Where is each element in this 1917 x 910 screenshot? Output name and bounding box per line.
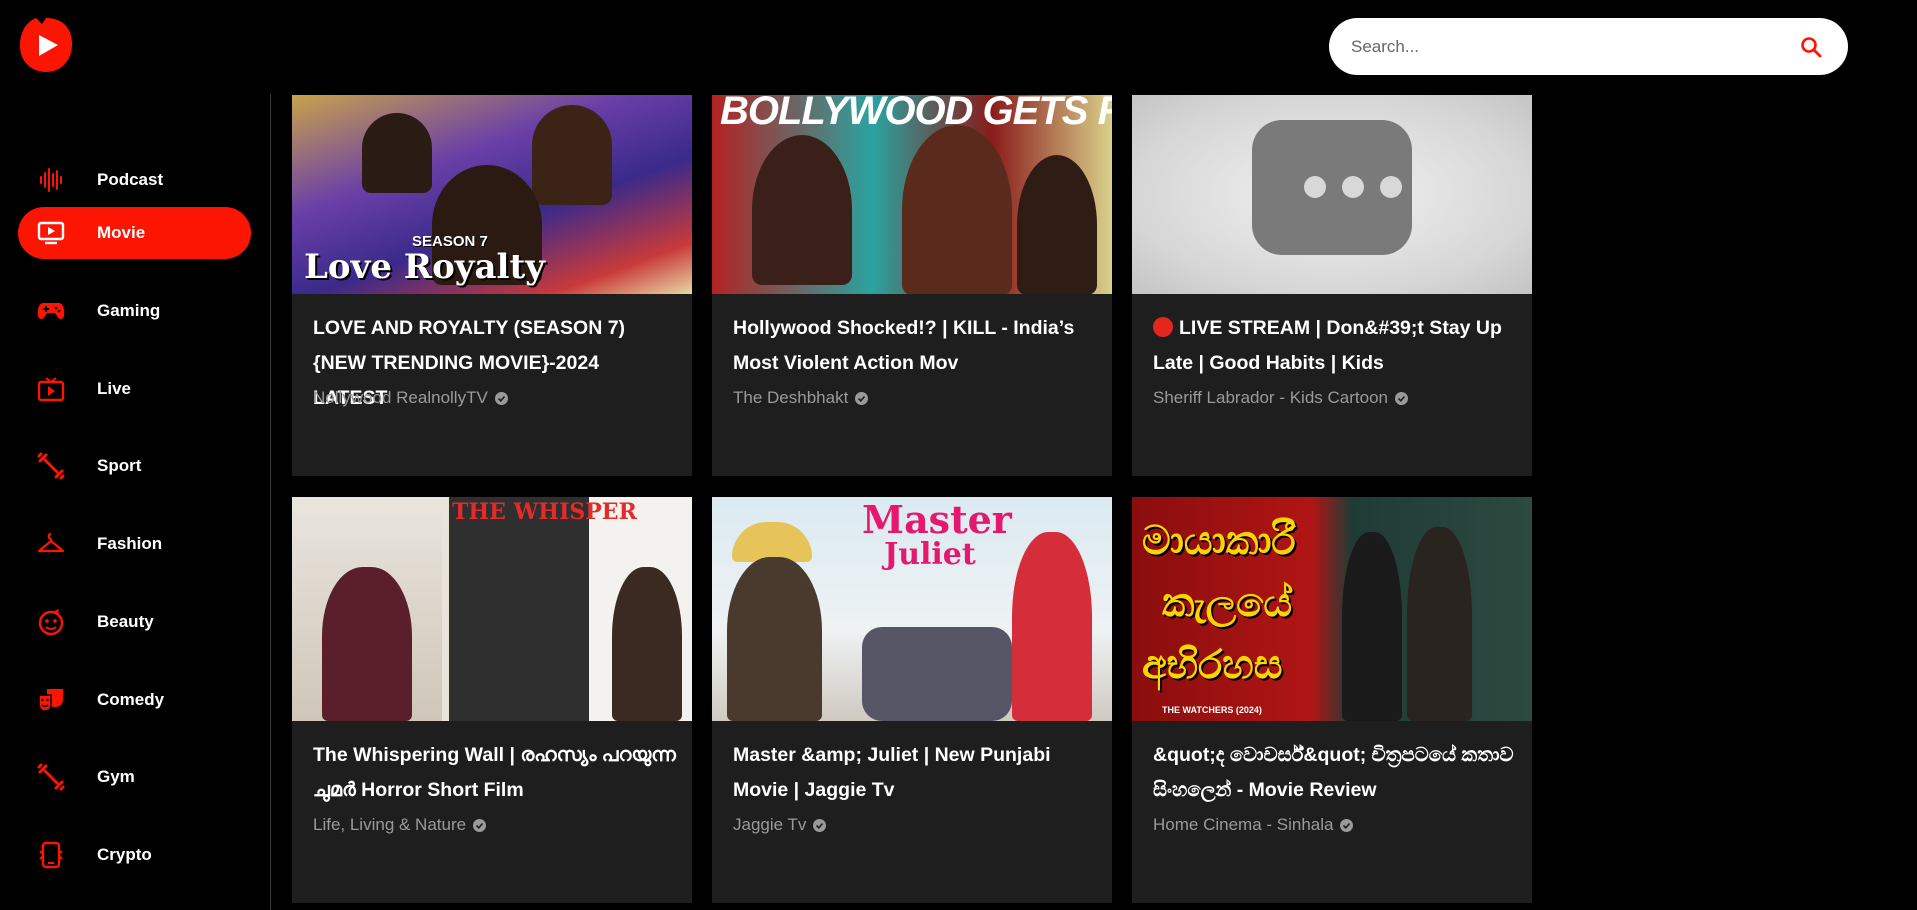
channel-name[interactable]: Jaggie Tv <box>733 815 827 835</box>
verified-icon <box>473 818 487 832</box>
thumbnail-text: Master <box>862 497 1012 542</box>
sidebar: Podcast Movie Gaming Live Sport Fashion … <box>0 94 271 910</box>
sidebar-item-comedy[interactable]: Comedy <box>18 674 251 726</box>
video-thumbnail[interactable]: Master Juliet <box>712 497 1112 721</box>
sidebar-item-beauty[interactable]: Beauty <box>18 596 251 648</box>
channel-name[interactable]: The Deshbhakt <box>733 388 869 408</box>
video-title[interactable]: Master &amp; Juliet | New Punjabi Movie … <box>733 738 1098 808</box>
sidebar-item-sport[interactable]: Sport <box>18 440 251 492</box>
verified-icon <box>813 818 827 832</box>
sound-wave-icon <box>36 165 66 195</box>
channel-label: Home Cinema - Sinhala <box>1153 815 1334 834</box>
verified-icon <box>1394 391 1408 405</box>
sidebar-item-label: Sport <box>97 456 142 475</box>
thumbnail-text: BOLLYWOOD GETS RE <box>720 95 1112 133</box>
video-title[interactable]: The Whispering Wall | രഹസ്യം പറയുന്ന ചുമ… <box>313 738 678 808</box>
play-logo-icon <box>20 18 73 72</box>
video-card[interactable]: THE WHISPER The Whispering Wall | രഹസ്യം… <box>292 497 692 903</box>
crypto-phone-icon <box>36 840 66 870</box>
sidebar-item-podcast[interactable]: Podcast <box>18 154 251 206</box>
video-title[interactable]: Hollywood Shocked!? | KILL - India’s Mos… <box>733 311 1098 381</box>
video-unavailable-icon <box>1252 120 1412 255</box>
sidebar-item-label: Comedy <box>97 690 165 709</box>
video-thumbnail[interactable] <box>1132 95 1532 294</box>
sidebar-item-movie[interactable]: Movie <box>18 207 251 259</box>
sidebar-item-label: Crypto <box>97 845 152 864</box>
search-icon <box>1801 36 1822 57</box>
sidebar-item-live[interactable]: Live <box>18 363 251 415</box>
video-card[interactable]: BOLLYWOOD GETS RE Hollywood Shocked!? | … <box>712 95 1112 476</box>
video-card[interactable]: LIVE STREAM | Don&#39;t Stay Up Late | G… <box>1132 95 1532 476</box>
video-thumbnail[interactable]: THE WHISPER <box>292 497 692 721</box>
sidebar-item-label: Gym <box>97 767 135 786</box>
live-indicator-icon <box>1153 317 1173 337</box>
theater-masks-icon <box>36 685 66 715</box>
video-thumbnail[interactable]: මායාකාරී කැලයේ අභිරහස THE WATCHERS (2024… <box>1132 497 1532 721</box>
sidebar-item-crypto[interactable]: Crypto <box>18 829 251 881</box>
sidebar-item-gaming[interactable]: Gaming <box>18 285 251 337</box>
sidebar-item-label: Movie <box>97 223 146 242</box>
tv-play-icon <box>36 218 66 248</box>
video-card[interactable]: SEASON 7 Love Royalty LOVE AND ROYALTY (… <box>292 95 692 476</box>
search-button[interactable] <box>1796 32 1826 62</box>
video-title-label: LIVE STREAM | Don&#39;t Stay Up Late | G… <box>1153 317 1502 374</box>
thumbnail-text: Juliet <box>884 537 976 572</box>
thumbnail-text: මායාකාරී <box>1142 519 1296 563</box>
video-thumbnail[interactable]: BOLLYWOOD GETS RE <box>712 95 1112 294</box>
verified-icon <box>855 391 869 405</box>
thumbnail-text: THE WHISPER <box>452 499 637 525</box>
sidebar-item-label: Live <box>97 379 132 398</box>
channel-label: Life, Living & Nature <box>313 815 467 834</box>
sidebar-item-fashion[interactable]: Fashion <box>18 518 251 570</box>
video-card[interactable]: Master Juliet Master &amp; Juliet | New … <box>712 497 1112 903</box>
thumbnail-text: Love Royalty <box>304 247 545 287</box>
channel-name[interactable]: Life, Living & Nature <box>313 815 487 835</box>
sidebar-item-label: Beauty <box>97 612 154 631</box>
search-input[interactable] <box>1351 36 1796 57</box>
channel-label: Nollywood RealnollyTV <box>313 388 488 407</box>
channel-label: Jaggie Tv <box>733 815 807 834</box>
dumbbell-icon <box>36 451 66 481</box>
gamepad-icon <box>36 296 66 326</box>
search-bar <box>1329 18 1848 75</box>
channel-label: The Deshbhakt <box>733 388 849 407</box>
sidebar-item-gym[interactable]: Gym <box>18 751 251 803</box>
video-thumbnail[interactable]: SEASON 7 Love Royalty <box>292 95 692 294</box>
video-title[interactable]: &quot;ද වොචර්ස්&quot; චිත්‍රපටයේ කතාව සි… <box>1153 738 1518 808</box>
face-icon <box>36 607 66 637</box>
thumbnail-text: THE WATCHERS (2024) <box>1162 705 1262 715</box>
sidebar-item-label: Podcast <box>97 170 164 189</box>
sidebar-item-label: Gaming <box>97 301 161 320</box>
thumbnail-text: කැලයේ <box>1162 581 1293 625</box>
hanger-icon <box>36 529 66 559</box>
channel-name[interactable]: Home Cinema - Sinhala <box>1153 815 1354 835</box>
live-tv-icon <box>36 374 66 404</box>
sidebar-item-label: Fashion <box>97 534 163 553</box>
channel-name[interactable]: Nollywood RealnollyTV <box>313 388 508 408</box>
dumbbell-icon <box>36 762 66 792</box>
verified-icon <box>494 391 508 405</box>
app-logo[interactable] <box>18 16 74 74</box>
verified-icon <box>1340 818 1354 832</box>
channel-name[interactable]: Sheriff Labrador - Kids Cartoon <box>1153 388 1408 408</box>
channel-label: Sheriff Labrador - Kids Cartoon <box>1153 388 1388 407</box>
video-card[interactable]: මායාකාරී කැලයේ අභිරහස THE WATCHERS (2024… <box>1132 497 1532 903</box>
video-title[interactable]: LIVE STREAM | Don&#39;t Stay Up Late | G… <box>1153 311 1518 381</box>
thumbnail-text: අභිරහස <box>1142 643 1283 687</box>
